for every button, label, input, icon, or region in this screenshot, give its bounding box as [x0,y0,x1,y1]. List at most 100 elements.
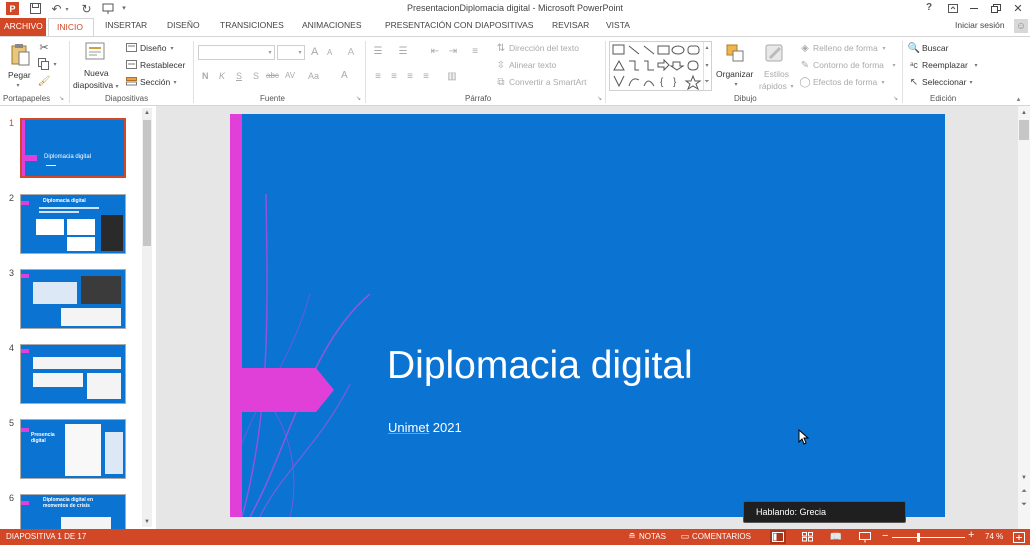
shape-effects-button[interactable]: Efectos de forma [813,77,877,87]
align-text-button[interactable]: Alinear texto [509,60,556,70]
shape-outline-button[interactable]: Contorno de forma [813,60,884,70]
strikethrough-button[interactable]: abc [266,71,279,80]
shape-effects-dropdown-icon[interactable]: ▾ [880,78,886,86]
shapes-gallery[interactable]: { } [609,41,712,91]
notes-button[interactable]: NOTAS [639,532,666,541]
slide-sorter-icon[interactable] [800,530,816,544]
previous-slide-icon[interactable]: ⏶ [1019,487,1029,497]
slide-thumbnail-2[interactable]: Diplomacia digital [20,194,126,254]
zoom-in-button[interactable]: + [968,529,974,541]
thumbnails-scroll-up-icon[interactable]: ▲ [142,108,152,118]
close-icon[interactable]: ✕ [1011,2,1025,15]
shapes-more-icon[interactable]: ⏷ [703,78,711,87]
underline-button[interactable]: S [236,71,242,81]
font-color-button[interactable]: A [341,70,348,81]
thumbnails-scroll-down-icon[interactable]: ▼ [142,517,152,527]
grow-font-button[interactable]: A [311,46,318,58]
shapes-scroll-up-icon[interactable]: ▴ [703,43,711,52]
copy-icon[interactable] [37,57,51,71]
sign-in-link[interactable]: Iniciar sesión [955,20,1005,30]
select-dropdown-icon[interactable]: ▾ [968,78,974,86]
line-spacing-icon[interactable]: ≡ [468,45,482,57]
char-spacing-button[interactable]: AV [285,71,295,80]
italic-button[interactable]: K [219,71,225,81]
ribbon-display-icon[interactable] [946,2,960,15]
tab-animations[interactable]: ANIMACIONES [302,20,362,30]
smartart-button[interactable]: Convertir a SmartArt [509,77,586,87]
font-name-dropdown-icon[interactable]: ▾ [266,47,274,58]
numbering-icon[interactable]: ☰ [396,45,410,57]
zoom-slider-thumb[interactable] [917,533,920,542]
slide-thumbnail-3[interactable] [20,269,126,329]
copy-dropdown-icon[interactable]: ▾ [52,60,58,68]
tab-insert[interactable]: INSERTAR [105,20,147,30]
layout-button[interactable]: Diseño [140,43,166,53]
cut-icon[interactable]: ✂ [37,40,51,54]
clear-format-icon[interactable]: A [344,45,358,59]
arrange-dropdown-icon[interactable]: ▾ [732,80,740,88]
slide-scroll-thumb[interactable] [1019,120,1029,140]
align-right-icon[interactable]: ≡ [404,70,416,82]
help-button[interactable]: ? [926,2,932,13]
tab-design[interactable]: DISEÑO [167,20,200,30]
change-case-button[interactable]: Aa [308,71,319,81]
columns-icon[interactable]: ▥ [446,70,458,82]
normal-view-icon[interactable] [770,530,786,544]
slide-thumbnail-4[interactable] [20,344,126,404]
format-painter-icon[interactable]: 🖌 [37,74,51,88]
tab-file[interactable]: ARCHIVO [0,18,46,36]
reading-view-icon[interactable]: 📖 [828,530,844,544]
slide-title[interactable]: Diplomacia digital [387,344,693,388]
tab-review[interactable]: REVISAR [552,20,589,30]
paste-dropdown-icon[interactable]: ▾ [14,81,22,89]
tab-view[interactable]: VISTA [606,20,630,30]
drawing-launcher-icon[interactable]: ↘ [892,95,899,102]
shape-outline-dropdown-icon[interactable]: ▾ [891,61,897,69]
quick-styles-label-1[interactable]: Estilos [764,69,789,79]
align-left-icon[interactable]: ≡ [372,70,384,82]
thumbnails-scroll-thumb[interactable] [143,120,151,246]
restore-icon[interactable] [989,2,1003,15]
find-button[interactable]: Buscar [922,43,948,53]
increase-indent-icon[interactable]: ⇥ [446,45,460,57]
bullets-icon[interactable]: ☰ [371,45,385,57]
reset-button[interactable]: Restablecer [140,60,185,70]
zoom-out-button[interactable]: − [882,530,888,542]
tab-slideshow[interactable]: PRESENTACIÓN CON DIAPOSITIVAS [385,20,533,30]
shape-fill-dropdown-icon[interactable]: ▾ [881,44,887,52]
arrange-icon[interactable] [725,42,747,66]
quick-styles-label-2[interactable]: rápidos [759,81,787,91]
clipboard-launcher-icon[interactable]: ↘ [58,95,65,102]
font-name-combobox[interactable] [198,45,275,60]
slide-thumbnail-5[interactable]: Presencia digital [20,419,126,479]
section-button[interactable]: Sección [140,77,170,87]
shape-fill-button[interactable]: Relleno de forma [813,43,878,53]
select-button[interactable]: Seleccionar [922,77,966,87]
font-launcher-icon[interactable]: ↘ [355,95,362,102]
quick-styles-dropdown-icon[interactable]: ▾ [789,82,795,90]
minimize-icon[interactable] [967,2,981,15]
slide-thumbnail-6[interactable]: Diplomacia digital en momentos de crisis [20,494,126,530]
text-direction-button[interactable]: Dirección del texto [509,43,579,53]
slide-subtitle[interactable]: Unimet 2021 [388,420,462,435]
paste-icon[interactable] [9,42,31,68]
slideshow-view-icon[interactable] [857,530,873,544]
shrink-font-button[interactable]: A [327,48,332,57]
fit-slide-icon[interactable] [1012,530,1026,544]
replace-dropdown-icon[interactable]: ▾ [973,61,979,69]
tab-transitions[interactable]: TRANSICIONES [220,20,284,30]
next-slide-icon[interactable]: ⏷ [1019,500,1029,510]
shapes-scroll-down-icon[interactable]: ▾ [703,61,711,70]
section-dropdown-icon[interactable]: ▾ [172,78,178,86]
new-slide-label-1[interactable]: Nueva [84,68,109,78]
new-slide-label-2[interactable]: diapositiva [73,80,113,90]
scroll-down-icon[interactable]: ▼ [1019,473,1029,483]
arrange-button[interactable]: Organizar [716,69,753,79]
new-slide-icon[interactable] [85,41,107,65]
paragraph-launcher-icon[interactable]: ↘ [596,95,603,102]
zoom-level[interactable]: 74 % [985,532,1003,541]
tab-home[interactable]: INICIO [48,18,94,37]
comments-button[interactable]: COMENTARIOS [692,532,751,541]
scroll-up-icon[interactable]: ▲ [1019,108,1029,118]
slide-vertical-scrollbar[interactable] [1018,106,1030,529]
